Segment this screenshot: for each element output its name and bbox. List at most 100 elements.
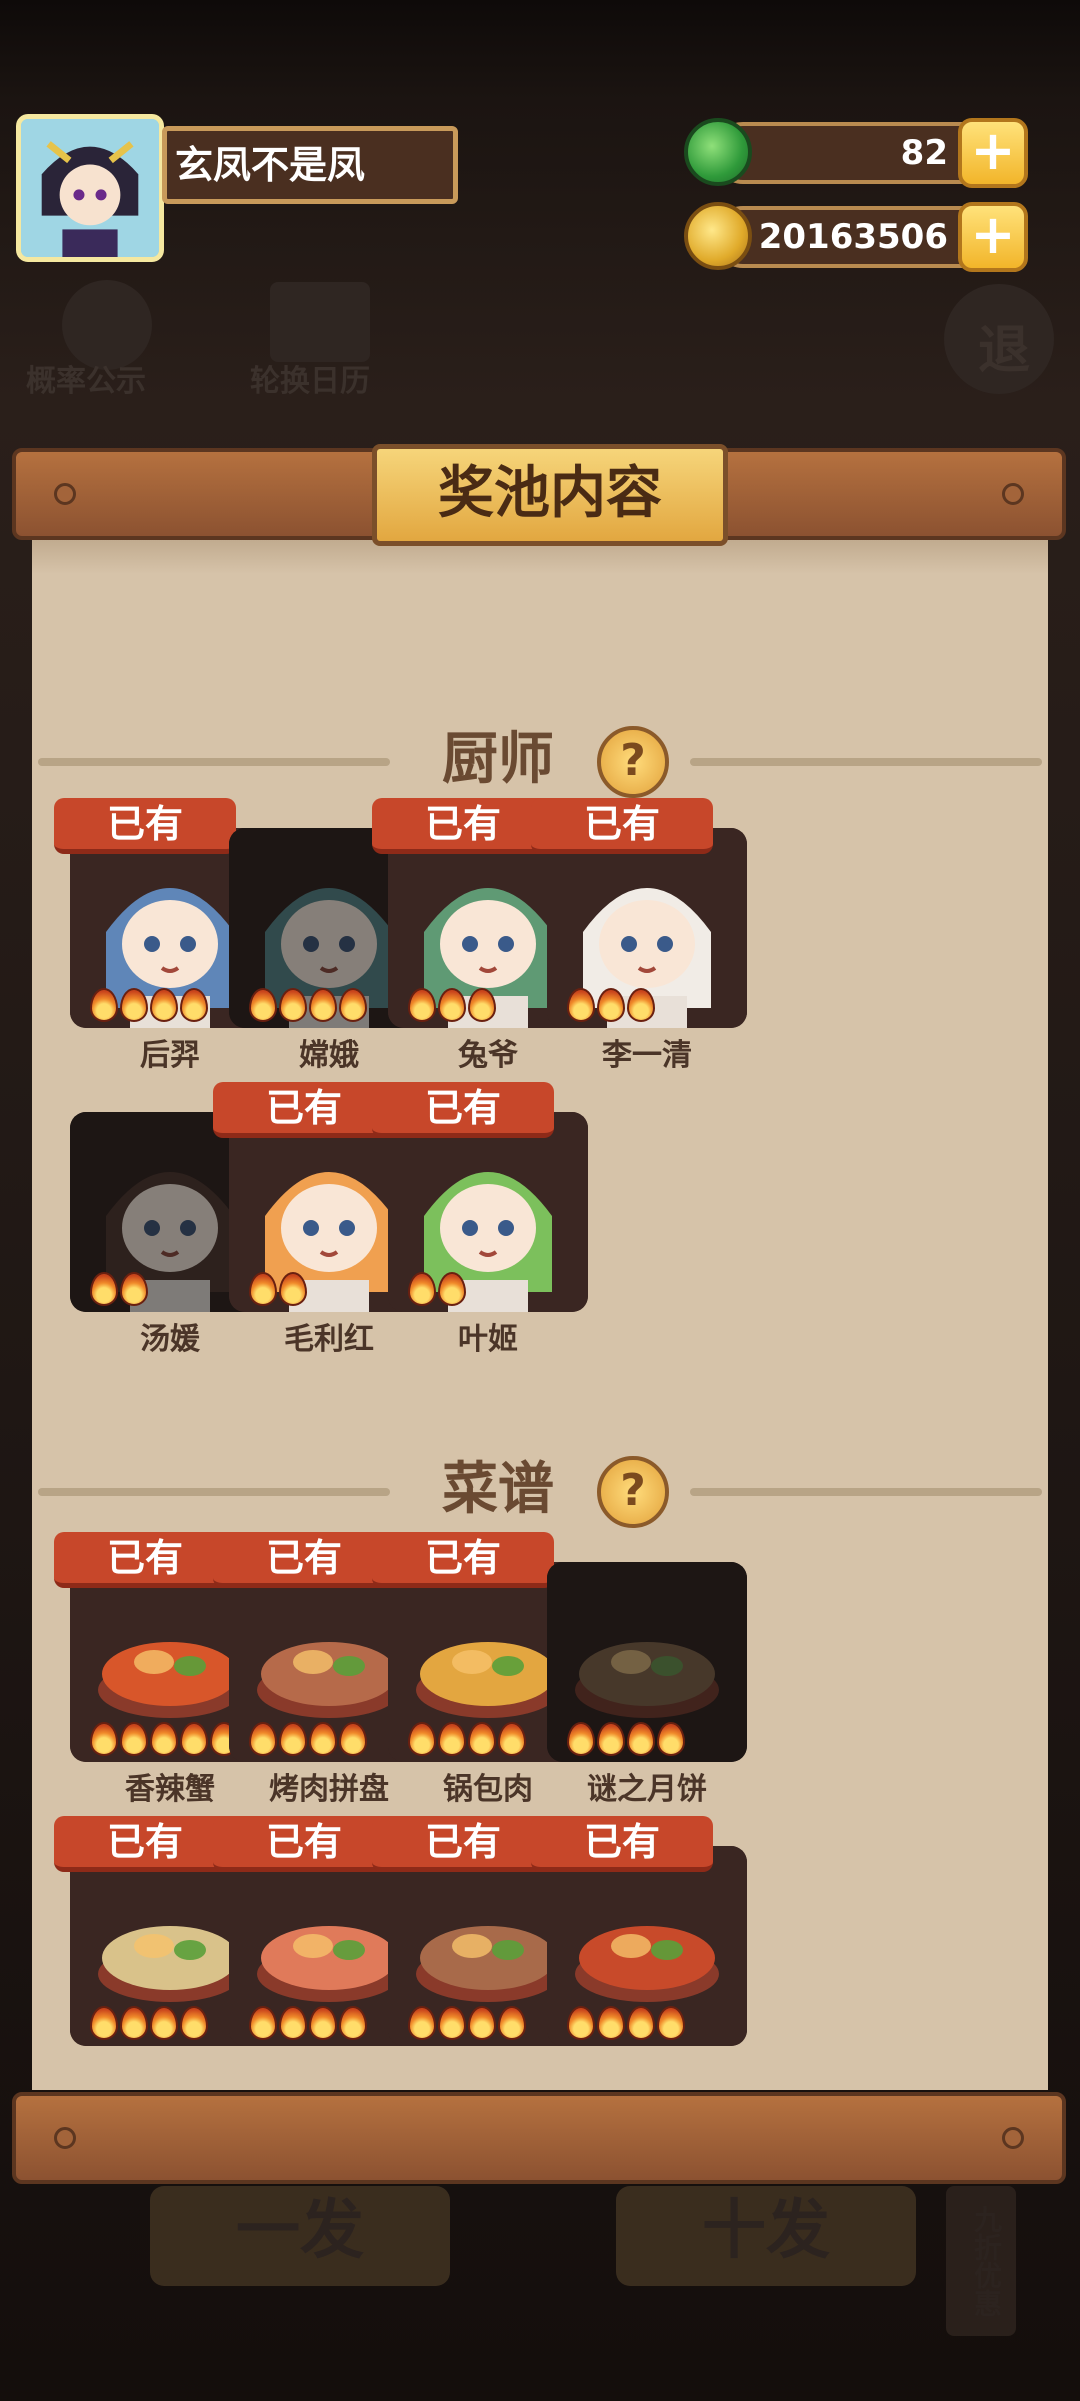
- flame-icon: [438, 1272, 466, 1306]
- flame-icon: [249, 1272, 277, 1306]
- flame-icon: [120, 1722, 148, 1756]
- flame-icon: [567, 988, 595, 1022]
- coin-icon: [684, 202, 752, 270]
- top-bar: 玄凤不是凤 82 + 20163506 + 概率公示 轮换日历 退: [0, 0, 1080, 399]
- flame-icon: [498, 2006, 526, 2040]
- flame-icon: [309, 988, 337, 1022]
- flame-icon: [567, 1722, 595, 1756]
- owned-badge: 已有: [54, 1816, 236, 1872]
- flame-icon: [339, 988, 367, 1022]
- flame-icon: [249, 2006, 277, 2040]
- probability-label: 概率公示: [26, 364, 146, 399]
- add-coins-button[interactable]: +: [958, 202, 1028, 272]
- chefs-section-header: 厨师 ?: [32, 720, 1048, 800]
- flame-icon: [339, 1722, 367, 1756]
- flame-icon: [120, 2006, 148, 2040]
- flame-icon: [597, 988, 625, 1022]
- flame-icon: [279, 988, 307, 1022]
- flame-icon: [408, 1272, 436, 1306]
- player-avatar[interactable]: [16, 114, 164, 262]
- recipes-section-header: 菜谱 ?: [32, 1450, 1048, 1530]
- flame-icon: [90, 1722, 118, 1756]
- owned-badge: 已有: [54, 1532, 236, 1588]
- flame-icon: [309, 2006, 337, 2040]
- rarity-flames: [90, 1722, 238, 1756]
- flame-icon: [627, 1722, 655, 1756]
- rarity-flames: [90, 1272, 148, 1306]
- bolt-icon: [1002, 2127, 1024, 2149]
- prize-pool-panel[interactable]: 厨师 ? 已有 后羿 嫦娥 已有 兔爷 已有 李一清 汤媛 已有 毛利红 已有 叶姬 菜谱 ? 已有香…: [32, 540, 1048, 2090]
- flame-icon: [468, 1722, 496, 1756]
- owned-badge: 已有: [372, 1816, 554, 1872]
- flame-icon: [279, 2006, 307, 2040]
- owned-badge: 已有: [531, 798, 713, 854]
- flame-icon: [90, 2006, 118, 2040]
- rarity-flames: [90, 2006, 208, 2040]
- flame-icon: [657, 1722, 685, 1756]
- flame-icon: [279, 1272, 307, 1306]
- rarity-flames: [90, 988, 208, 1022]
- flame-icon: [150, 988, 178, 1022]
- recipe-name: 谜之月饼: [587, 1772, 707, 1807]
- jade-icon: [684, 118, 752, 186]
- rarity-flames: [408, 1722, 526, 1756]
- player-name: 玄凤不是凤: [162, 126, 458, 204]
- flame-icon: [438, 1722, 466, 1756]
- flame-icon: [90, 1272, 118, 1306]
- flame-icon: [120, 988, 148, 1022]
- chefs-help-button[interactable]: ?: [597, 726, 669, 798]
- rarity-flames: [249, 2006, 367, 2040]
- exit-label: 退: [978, 321, 1031, 381]
- rarity-flames: [567, 1722, 685, 1756]
- owned-badge: 已有: [531, 1816, 713, 1872]
- rarity-flames: [408, 988, 496, 1022]
- bolt-icon: [54, 483, 76, 505]
- chefs-section-title: 厨师: [442, 727, 554, 792]
- flame-icon: [249, 988, 277, 1022]
- bolt-icon: [54, 2127, 76, 2149]
- flame-icon: [309, 1722, 337, 1756]
- rarity-flames: [249, 988, 367, 1022]
- flame-icon: [408, 988, 436, 1022]
- owned-badge: 已有: [213, 1816, 395, 1872]
- flame-icon: [150, 1722, 178, 1756]
- chef-name: 叶姬: [458, 1322, 518, 1357]
- discount-badge: 九折优惠: [946, 2186, 1016, 2336]
- add-jade-button[interactable]: +: [958, 118, 1028, 188]
- calendar-label: 轮换日历: [250, 364, 370, 399]
- flame-icon: [468, 988, 496, 1022]
- flame-icon: [150, 2006, 178, 2040]
- rarity-flames: [408, 1272, 466, 1306]
- panel-footer-bar: [12, 2092, 1066, 2184]
- bolt-icon: [1002, 483, 1024, 505]
- flame-icon: [339, 2006, 367, 2040]
- panel-title: 奖池内容: [372, 444, 728, 546]
- recipes-section-title: 菜谱: [442, 1457, 554, 1522]
- flame-icon: [468, 2006, 496, 2040]
- owned-badge: 已有: [54, 798, 236, 854]
- flame-icon: [597, 2006, 625, 2040]
- calendar-icon: [270, 282, 370, 362]
- flame-icon: [438, 2006, 466, 2040]
- flame-icon: [438, 988, 466, 1022]
- rarity-flames: [249, 1272, 307, 1306]
- flame-icon: [567, 2006, 595, 2040]
- flame-icon: [180, 1722, 208, 1756]
- ten-draw-button: 十发: [616, 2186, 916, 2286]
- flame-icon: [249, 1722, 277, 1756]
- flame-icon: [597, 1722, 625, 1756]
- recipes-help-button[interactable]: ?: [597, 1456, 669, 1528]
- owned-badge: 已有: [372, 1532, 554, 1588]
- rarity-flames: [567, 988, 655, 1022]
- flame-icon: [657, 2006, 685, 2040]
- owned-badge: 已有: [372, 798, 554, 854]
- flame-icon: [408, 2006, 436, 2040]
- rarity-flames: [249, 1722, 367, 1756]
- chef-name: 李一清: [602, 1038, 692, 1073]
- flame-icon: [279, 1722, 307, 1756]
- flame-icon: [180, 988, 208, 1022]
- owned-badge: 已有: [213, 1532, 395, 1588]
- avatar-portrait-icon: [21, 119, 159, 257]
- owned-badge: 已有: [213, 1082, 395, 1138]
- flame-icon: [498, 1722, 526, 1756]
